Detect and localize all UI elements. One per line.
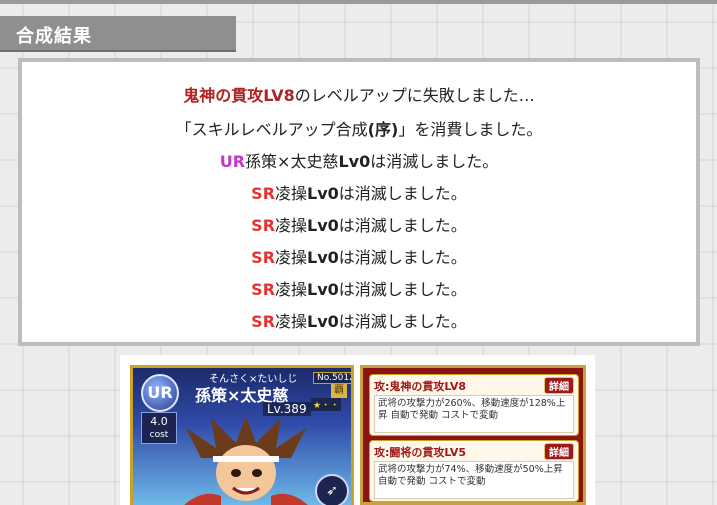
unit-name: 凌操 — [275, 248, 308, 267]
rarity-label: SR — [251, 280, 276, 299]
unit-level: Lv0 — [307, 184, 339, 203]
rarity-label: UR — [219, 152, 246, 171]
result-line-ur: UR孫策×太史慈Lv0は消滅しました。 — [22, 148, 696, 172]
consumed-message: 」を消費しました。 — [398, 120, 543, 139]
skill-detail-button[interactable]: 詳細 — [544, 443, 574, 460]
failure-message: のレベルアップに失敗しました… — [294, 86, 535, 105]
vanish-message: は消滅しました。 — [338, 184, 467, 203]
section-header: 合成結果 — [0, 16, 236, 52]
card-number: No.5012 — [313, 372, 351, 384]
unit-level: Lv0 — [307, 248, 339, 267]
result-panel-body: 鬼神の貫攻LV8のレベルアップに失敗しました… 「スキルレベルアップ合成(序)」… — [22, 62, 696, 342]
result-line-sr: SR凌操Lv0は消滅しました。 — [22, 180, 696, 204]
cost-box: 4.0 cost — [141, 412, 177, 444]
result-line-sr: SR凌操Lv0は消滅しました。 — [22, 276, 696, 300]
unit-level: Lv0 — [307, 280, 339, 299]
result-line-consumed-item: 「スキルレベルアップ合成(序)」を消費しました。 — [22, 116, 696, 140]
cost-unit: cost — [149, 430, 169, 440]
unit-name: 凌操 — [275, 280, 308, 299]
skill-card: 攻:鬼神の貫攻LV8 詳細 武将の攻撃力が260%、移動速度が128%上昇 自動… — [369, 374, 579, 436]
unit-level: Lv0 — [307, 216, 339, 235]
unit-name: 孫策×太史慈 — [245, 152, 339, 171]
consumed-item-name: 「スキルレベルアップ合成 — [175, 120, 368, 139]
card-level: Lv.389 — [263, 402, 311, 416]
unit-name: 凌操 — [275, 312, 308, 331]
bow-icon[interactable]: ➶ — [315, 474, 349, 505]
skill-detail-button[interactable]: 詳細 — [544, 377, 574, 394]
skill-description: 武将の攻撃力が260%、移動速度が128%上昇 自動で発動 コストで変動 — [374, 395, 574, 433]
top-border — [0, 0, 717, 4]
star-rating: ★・・ — [311, 398, 342, 411]
unit-name: 凌操 — [275, 216, 308, 235]
rarity-label: SR — [251, 216, 276, 235]
character-portrait — [184, 418, 308, 505]
consumed-item-grade: (序) — [367, 120, 399, 139]
rarity-label: SR — [251, 312, 276, 331]
skill-card: 攻:闘将の貫攻LV5 詳細 武将の攻撃力が74%、移動速度が50%上昇 自動で発… — [369, 440, 579, 502]
skill-title: 攻:鬼神の貫攻LV8 — [374, 380, 467, 393]
unit-level: Lv0 — [338, 152, 371, 171]
result-line-sr: SR凌操Lv0は消滅しました。 — [22, 308, 696, 332]
result-line-sr: SR凌操Lv0は消滅しました。 — [22, 244, 696, 268]
result-panel: 鬼神の貫攻LV8のレベルアップに失敗しました… 「スキルレベルアップ合成(序)」… — [18, 58, 700, 346]
result-card-area: UR 4.0 cost そんさく×たいしじ 孫策×太史慈 No.5012 覇 L… — [120, 355, 595, 505]
failed-skill-name: 鬼神の貫攻LV8 — [183, 86, 295, 105]
result-line-sr: SR凌操Lv0は消滅しました。 — [22, 212, 696, 236]
skill-panel: 攻:鬼神の貫攻LV8 詳細 武将の攻撃力が260%、移動速度が128%上昇 自動… — [360, 365, 586, 505]
cost-value: 4.0 — [150, 415, 168, 428]
result-line-failure: 鬼神の貫攻LV8のレベルアップに失敗しました… — [22, 82, 696, 106]
skill-title: 攻:闘将の貫攻LV5 — [374, 446, 467, 459]
vanish-message: は消滅しました。 — [370, 152, 499, 171]
unit-level: Lv0 — [307, 312, 339, 331]
vanish-message: は消滅しました。 — [338, 280, 467, 299]
rarity-label: SR — [251, 248, 276, 267]
vanish-message: は消滅しました。 — [338, 216, 467, 235]
vanish-message: は消滅しました。 — [338, 248, 467, 267]
rarity-label: SR — [251, 184, 276, 203]
rank-badge: UR — [141, 374, 179, 412]
unit-card[interactable]: UR 4.0 cost そんさく×たいしじ 孫策×太史慈 No.5012 覇 L… — [130, 365, 354, 505]
unit-name: 凌操 — [275, 184, 308, 203]
section-title: 合成結果 — [16, 26, 92, 47]
general-mark-icon: 覇 — [331, 384, 347, 398]
skill-description: 武将の攻撃力が74%、移動速度が50%上昇 自動で発動 コストで変動 — [374, 461, 574, 499]
vanish-message: は消滅しました。 — [338, 312, 467, 331]
